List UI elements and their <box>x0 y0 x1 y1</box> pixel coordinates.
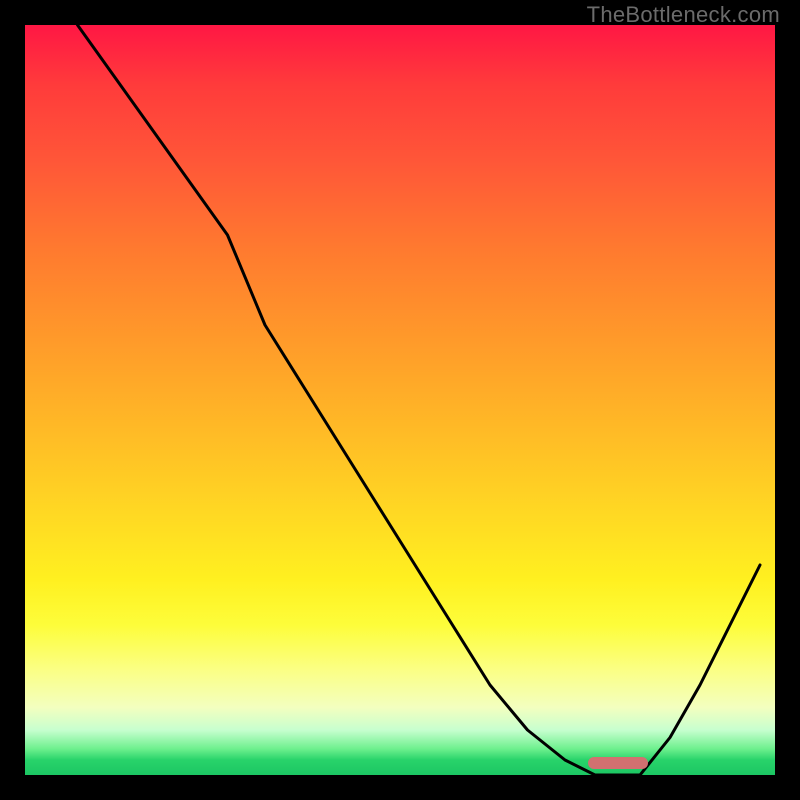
curve-path <box>78 25 761 775</box>
bottleneck-curve <box>25 25 775 775</box>
optimal-region-marker <box>588 757 648 769</box>
plot-area <box>25 25 775 775</box>
chart-frame: TheBottleneck.com <box>0 0 800 800</box>
